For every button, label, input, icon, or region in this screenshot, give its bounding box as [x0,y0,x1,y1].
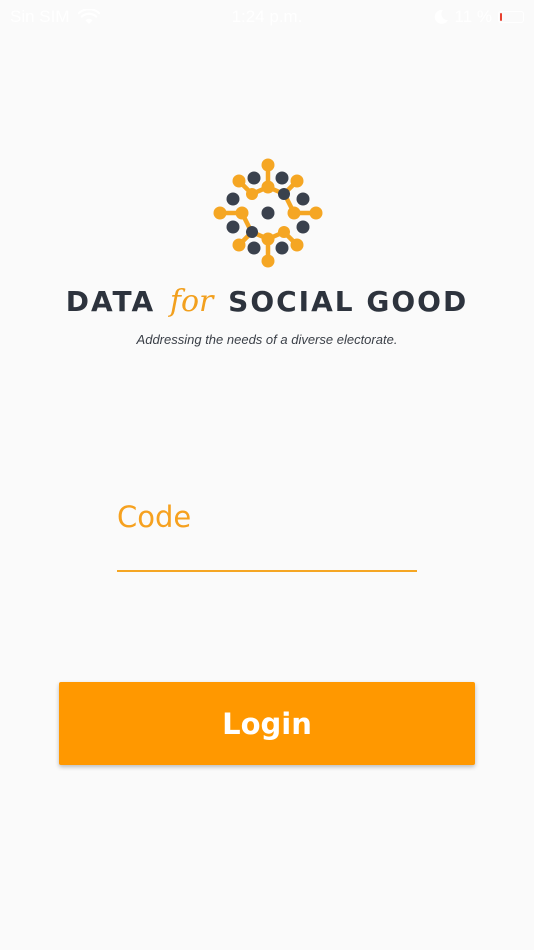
logo-icon [213,158,323,268]
code-field: Code [117,500,417,574]
battery-percent: 11 % [454,7,493,26]
brand-name-for: for [169,284,214,319]
battery-level [500,13,502,21]
battery-icon [498,11,524,23]
brand-name-data: DATA [65,285,156,318]
brand-wordmark: DATA for SOCIAL GOOD [0,284,534,319]
moon-icon [434,9,448,24]
login-button[interactable]: Login [59,682,475,765]
status-right: 11 % [433,7,524,27]
status-bar: Sin SIM 1:24 p.m. 11 % [0,0,534,36]
brand-tagline: Addressing the needs of a diverse electo… [136,332,398,347]
code-label: Code [117,500,192,534]
code-input[interactable] [117,540,417,572]
brand-name-social-good: SOCIAL GOOD [228,285,469,318]
